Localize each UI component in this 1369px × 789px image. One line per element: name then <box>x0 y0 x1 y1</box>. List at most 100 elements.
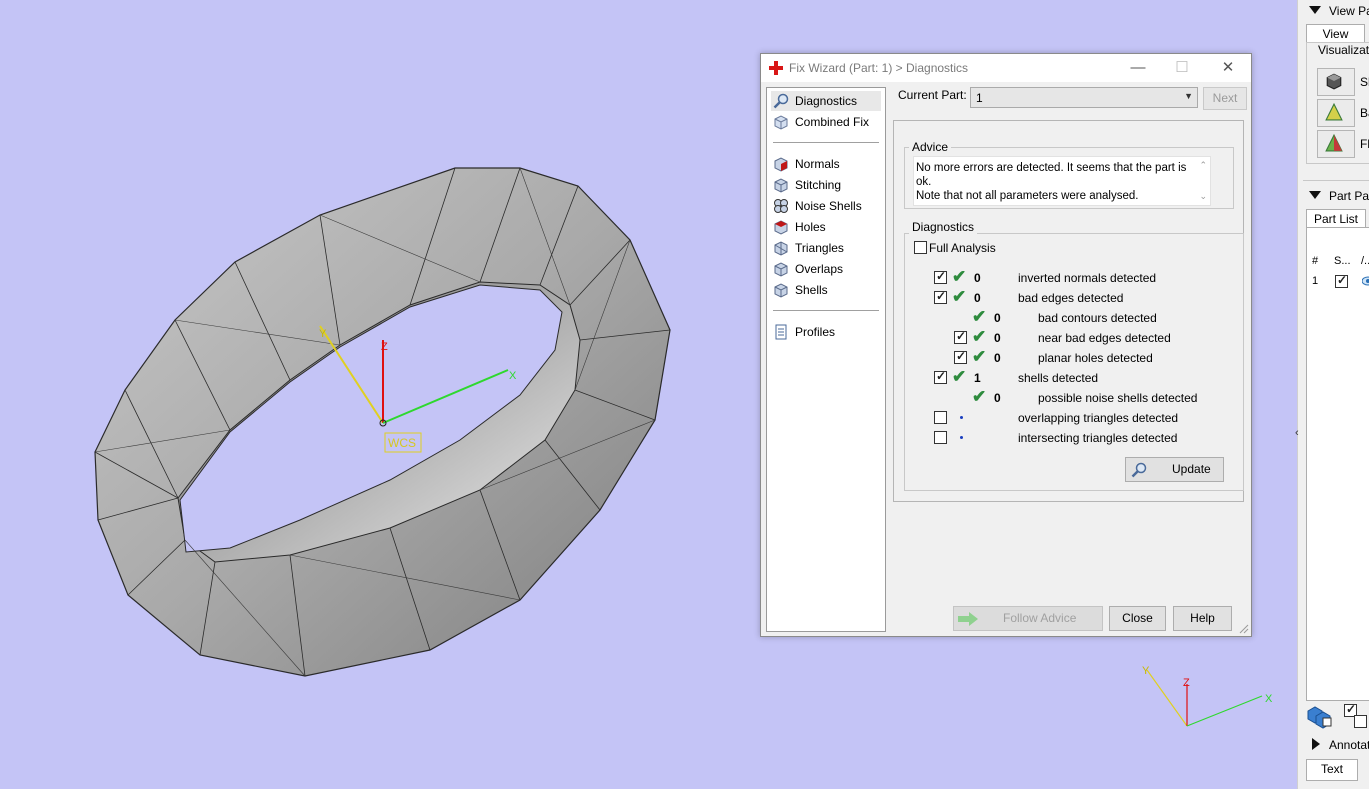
tab-text[interactable]: Text <box>1306 759 1358 781</box>
splitter-handle-icon[interactable]: ‹ <box>1295 427 1299 439</box>
current-part-label: Current Part: <box>898 88 967 102</box>
resize-grip-icon[interactable] <box>1239 624 1249 634</box>
nav-item-overlaps[interactable]: Overlaps <box>771 259 881 279</box>
overlaps-cube-icon <box>774 262 788 277</box>
nav-item-diagnostics[interactable]: Diagnostics <box>771 91 881 111</box>
checkmark-icon: ✔ <box>972 327 987 346</box>
help-button[interactable]: Help <box>1173 606 1232 631</box>
nav-item-shells[interactable]: Shells <box>771 280 881 300</box>
y-axis-label: Y <box>319 328 327 340</box>
tab-view[interactable]: View <box>1306 24 1365 43</box>
nav-item-profiles[interactable]: Profiles <box>771 322 881 342</box>
diagnostic-count: 1 <box>974 371 981 385</box>
arrow-right-icon <box>958 612 978 626</box>
normals-cube-icon <box>774 157 788 172</box>
collapse-triangle-icon[interactable] <box>1309 6 1321 14</box>
visualization-label: Visualizatio <box>1316 43 1369 57</box>
diagnostic-label: shells detected <box>1018 371 1099 385</box>
current-part-select[interactable]: 1 ▼ <box>970 87 1198 108</box>
triangle-yellow-icon <box>1325 103 1343 121</box>
triangles-icon <box>774 241 788 256</box>
follow-advice-button[interactable]: Follow Advice <box>953 606 1103 631</box>
flip-button[interactable] <box>1317 130 1355 158</box>
shaded-cube-icon <box>1326 73 1342 90</box>
nav-label: Stitching <box>795 178 842 192</box>
nav-item-normals[interactable]: Normals <box>771 154 881 174</box>
diagnostic-checkbox[interactable] <box>934 431 947 444</box>
collapse-triangle-icon[interactable] <box>1309 191 1321 199</box>
nav-label: Holes <box>795 220 826 234</box>
close-button[interactable]: Close <box>1109 606 1166 631</box>
select-none-checkbox[interactable] <box>1354 715 1367 728</box>
triad-y-label: Y <box>1142 665 1150 677</box>
part-row-checkbox[interactable] <box>1335 273 1348 288</box>
expand-triangle-icon[interactable] <box>1312 738 1320 750</box>
checkmark-icon: ✔ <box>952 367 967 386</box>
vis-item-label: Sh <box>1360 75 1369 89</box>
dialog-titlebar[interactable]: Fix Wizard (Part: 1) > Diagnostics — ☐ ✕ <box>761 54 1251 82</box>
advice-title: Advice <box>909 140 952 154</box>
part-pages-title: Part Pag <box>1329 189 1369 203</box>
column-header-visible[interactable]: /... <box>1361 255 1369 267</box>
part-cubes-button[interactable] <box>1306 703 1334 729</box>
nav-label: Shells <box>795 283 828 297</box>
vis-item-label: Ba <box>1360 106 1369 120</box>
update-button[interactable]: Update <box>1125 457 1224 482</box>
eye-icon[interactable] <box>1362 276 1369 286</box>
nav-item-combined-fix[interactable]: Combined Fix <box>771 112 881 132</box>
checkmark-icon: ✔ <box>972 347 987 366</box>
close-window-button[interactable]: ✕ <box>1216 58 1240 78</box>
chevron-down-icon: ▼ <box>1184 91 1193 101</box>
checkmark-icon: ✔ <box>972 307 987 326</box>
diagnostic-checkbox[interactable] <box>934 369 947 384</box>
diagnostic-label: intersecting triangles detected <box>1018 431 1178 445</box>
diagnostic-checkbox[interactable] <box>954 349 967 364</box>
shells-cube-icon <box>774 283 788 298</box>
red-cross-icon <box>769 61 783 75</box>
full-analysis-label: Full Analysis <box>929 241 996 255</box>
z-axis-label: Z <box>381 341 388 353</box>
follow-advice-label: Follow Advice <box>1003 611 1077 625</box>
diagnostic-checkbox[interactable] <box>934 411 947 424</box>
diagnostic-label: possible noise shells detected <box>1038 391 1198 405</box>
bad-edges-button[interactable] <box>1317 99 1355 127</box>
column-header-state[interactable]: S... <box>1334 255 1351 267</box>
triad-x-line <box>1186 695 1263 727</box>
scroll-down-icon[interactable]: ⌄ <box>1199 191 1207 202</box>
column-header-number[interactable]: # <box>1312 255 1318 267</box>
diagnostic-checkbox[interactable] <box>934 289 947 304</box>
diagnostic-count: 0 <box>974 291 981 305</box>
update-label: Update <box>1172 462 1211 476</box>
full-analysis-checkbox[interactable] <box>914 241 927 254</box>
nav-label: Diagnostics <box>795 94 858 108</box>
maximize-button[interactable]: ☐ <box>1170 58 1194 78</box>
nav-item-stitching[interactable]: Stitching <box>771 175 881 195</box>
shaded-button[interactable] <box>1317 68 1355 96</box>
minimize-button[interactable]: — <box>1126 58 1150 78</box>
part-list-table: # S... /... 1 <box>1306 227 1369 701</box>
nav-label: Normals <box>795 157 840 171</box>
nav-item-triangles[interactable]: Triangles <box>771 238 881 258</box>
wizard-nav-panel: Diagnostics Combined Fix Normals Stitchi… <box>766 87 886 632</box>
x-axis-label: X <box>509 370 517 382</box>
checkmark-icon: ✔ <box>952 267 967 286</box>
diagnostic-checkbox[interactable] <box>954 329 967 344</box>
tab-part-list[interactable]: Part List <box>1306 209 1366 228</box>
nav-item-holes[interactable]: Holes <box>771 217 881 237</box>
next-button[interactable]: Next <box>1203 87 1247 110</box>
checkmark-icon: ✔ <box>952 287 967 306</box>
view-pages-title: View Pag <box>1329 4 1369 18</box>
diagnostic-label: inverted normals detected <box>1018 271 1157 285</box>
diagnostic-checkbox[interactable] <box>934 269 947 284</box>
diagnostic-label: bad contours detected <box>1038 311 1157 325</box>
scroll-up-icon[interactable]: ⌃ <box>1199 160 1207 171</box>
noise-shells-icon <box>774 199 788 213</box>
diagnostic-count: 0 <box>994 391 1001 405</box>
holes-cube-icon <box>774 220 788 235</box>
diagnostic-label: near bad edges detected <box>1038 331 1171 345</box>
nav-label: Triangles <box>795 241 844 255</box>
diagnostic-count: 0 <box>994 311 1001 325</box>
advice-line-1: No more errors are detected. It seems th… <box>916 162 1187 188</box>
nav-item-noise-shells[interactable]: Noise Shells <box>771 196 881 216</box>
diagnostic-count: 0 <box>974 271 981 285</box>
